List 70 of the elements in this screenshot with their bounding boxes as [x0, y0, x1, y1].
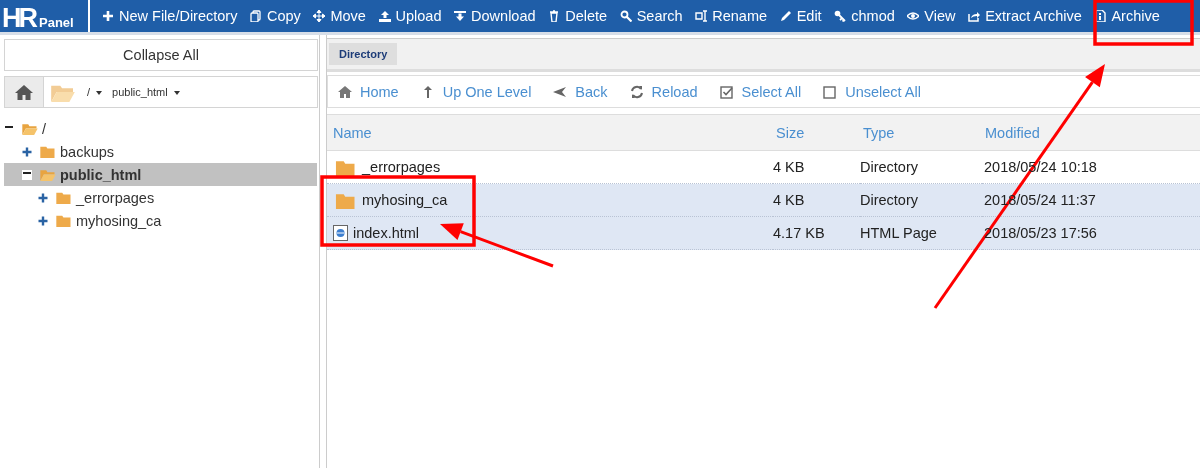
tree-item[interactable]: backups: [60, 143, 114, 160]
logo: HR Panel: [0, 0, 90, 32]
tree-item[interactable]: /: [42, 120, 47, 137]
toolbar-icon: [454, 10, 467, 22]
home-button[interactable]: [5, 77, 44, 107]
empty-box-icon: [823, 84, 838, 99]
home-icon: [15, 84, 33, 100]
folder-icon: [22, 122, 38, 135]
toolbar-icon: [378, 10, 391, 22]
toolbar-icon: [102, 10, 114, 22]
toolbar-button[interactable]: Extract Archive: [961, 0, 1089, 32]
toolbar-icon: [968, 10, 981, 22]
toolbar-button[interactable]: Upload: [372, 0, 448, 32]
file-name: _errorpages: [362, 159, 441, 175]
toolbar-icon: [250, 10, 262, 22]
toolbar-icon: [313, 10, 326, 22]
toolbar-button[interactable]: Edit: [773, 0, 828, 32]
toolbar-icon: [548, 10, 561, 22]
folder-icon: [56, 191, 72, 204]
expand-icon[interactable]: [38, 215, 48, 226]
file-name: myhosing_ca: [362, 192, 448, 208]
tree-item[interactable]: _errorpages: [76, 189, 155, 206]
toolbar-button[interactable]: Move: [307, 0, 373, 32]
nav-button[interactable]: Back: [553, 83, 608, 100]
toolbar-button[interactable]: Delete: [541, 0, 614, 32]
breadcrumb-tab[interactable]: Directory: [329, 43, 398, 65]
folder-icon: [56, 214, 72, 227]
toolbar-icon: [1094, 10, 1107, 22]
home-icon: [338, 84, 352, 99]
folder-icon: [40, 145, 56, 158]
nav-button[interactable]: Reload: [629, 83, 698, 100]
toolbar-button[interactable]: chmod: [827, 0, 902, 32]
toolbar-icon: [695, 10, 708, 22]
nav-button[interactable]: Unselect All: [823, 83, 921, 100]
folder-icon: [335, 191, 357, 209]
table-cell: 4 KB: [773, 192, 805, 208]
toolbar-icon: [619, 10, 632, 22]
reload-icon: [629, 84, 644, 99]
nav-button[interactable]: Home: [338, 83, 399, 100]
folder-icon: [335, 158, 357, 176]
toolbar-icon: [779, 10, 792, 22]
file-name: index.html: [353, 225, 420, 241]
path-dropdown[interactable]: /: [82, 86, 108, 98]
checked-box-icon: [719, 84, 734, 99]
toolbar-button[interactable]: Archive: [1088, 0, 1167, 32]
toolbar-button[interactable]: Download: [447, 0, 542, 32]
table-cell: 4.17 KB: [773, 225, 825, 241]
tree-item[interactable]: public_html: [60, 166, 142, 183]
table-cell: 4 KB: [773, 159, 805, 175]
table-cell: Directory: [860, 192, 918, 208]
collapse-icon[interactable]: [22, 169, 32, 180]
expand-icon[interactable]: [22, 146, 32, 157]
toolbar-button[interactable]: Search: [613, 0, 689, 32]
toolbar-button[interactable]: New File/Directory: [95, 0, 244, 32]
nav-button[interactable]: Select All: [719, 83, 802, 100]
toolbar-button[interactable]: View: [901, 0, 962, 32]
table-cell: Directory: [860, 159, 918, 175]
folder-icon: [40, 168, 56, 181]
toolbar-button[interactable]: Rename: [688, 0, 774, 32]
toolbar-icon: [834, 10, 847, 22]
table-cell: HTML Page: [860, 225, 937, 241]
toolbar-icon: [907, 10, 920, 22]
toolbar-button[interactable]: Copy: [243, 0, 308, 32]
web-file-icon: [333, 225, 348, 241]
collapse-all-button[interactable]: Collapse All: [4, 39, 318, 71]
expand-icon[interactable]: [38, 192, 48, 203]
nav-button[interactable]: Up One Level: [420, 83, 532, 100]
back-arrow-icon: [553, 84, 568, 99]
path-dropdown[interactable]: public_html: [107, 86, 185, 98]
tree-item[interactable]: myhosing_ca: [76, 212, 162, 229]
